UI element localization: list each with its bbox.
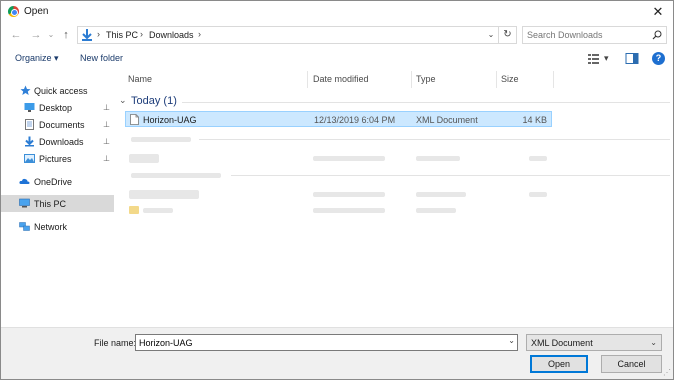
blurred-file-row — [129, 154, 159, 163]
blurred-group-header — [131, 173, 221, 178]
file-date-modified: 12/13/2019 6:04 PM — [314, 115, 396, 125]
search-icon — [652, 30, 662, 40]
desktop-icon — [24, 103, 35, 112]
column-header-date-modified[interactable]: Date modified — [313, 74, 369, 84]
column-header-size[interactable]: Size — [501, 74, 519, 84]
blurred-file-row — [416, 192, 466, 197]
address-history-dropdown[interactable]: ⌄ — [484, 27, 498, 43]
breadcrumb-downloads[interactable]: Downloads — [149, 30, 194, 40]
breadcrumb-this-pc[interactable]: This PC — [106, 30, 138, 40]
pin-icon[interactable]: ⊥ — [103, 154, 110, 163]
blurred-group-header — [131, 137, 191, 142]
refresh-button[interactable]: ↻ — [499, 26, 517, 44]
blurred-file-row — [416, 156, 460, 161]
download-arrow-icon — [82, 29, 92, 41]
star-icon — [20, 85, 31, 95]
blurred-file-row — [129, 190, 199, 199]
command-bar: Organize ▾ New folder ▾ ? — [1, 49, 673, 69]
column-header-name[interactable]: Name — [128, 74, 152, 84]
breadcrumb-separator: › — [198, 29, 201, 39]
dialog-footer: File name: ⌄ XML Document ⌄ Open Cancel … — [1, 327, 673, 379]
file-type-select[interactable]: XML Document ⌄ — [526, 334, 662, 351]
breadcrumb-separator: › — [140, 29, 143, 39]
pin-icon[interactable]: ⊥ — [103, 120, 110, 129]
cloud-icon — [19, 178, 30, 184]
file-type: XML Document — [416, 115, 478, 125]
sidebar-item-quick-access[interactable]: Quick access — [1, 82, 114, 99]
file-list[interactable]: Name Date modified Type Size ⌄ Today (1)… — [119, 71, 673, 326]
open-file-dialog: Open ✕ ← → ⌄ ↑ › This PC › Downloads › ⌄… — [0, 0, 674, 380]
file-name: Horizon-UAG — [143, 115, 197, 125]
filename-label: File name: — [94, 338, 137, 348]
sidebar-item-label: Quick access — [34, 86, 88, 96]
network-icon — [19, 222, 30, 231]
close-button[interactable]: ✕ — [643, 1, 673, 23]
recent-locations-icon[interactable]: ⌄ — [44, 27, 58, 43]
breadcrumb-separator: › — [97, 29, 100, 39]
chevron-down-icon: ⌄ — [650, 338, 657, 347]
up-button[interactable]: ↑ — [59, 27, 73, 43]
group-header-today[interactable]: ⌄ Today (1) — [119, 95, 673, 109]
blurred-file-row — [529, 192, 547, 197]
file-type-value: XML Document — [531, 338, 593, 348]
sidebar-item-label: Desktop — [39, 103, 73, 113]
computer-icon — [19, 198, 30, 208]
sidebar-item-label: Pictures — [39, 154, 72, 164]
resize-grip-icon[interactable]: ⋰ — [663, 368, 671, 377]
xml-file-icon — [130, 114, 139, 125]
search-box[interactable] — [522, 26, 667, 44]
folder-icon — [129, 206, 139, 214]
view-options-dropdown[interactable]: ▾ — [604, 53, 609, 64]
download-icon — [25, 136, 34, 147]
sidebar-item-label: Network — [34, 222, 68, 232]
blurred-file-row — [529, 156, 547, 161]
chevron-down-icon[interactable]: ⌄ — [508, 336, 515, 345]
sidebar-item-documents[interactable]: Documents ⊥ — [1, 116, 114, 133]
group-label: Today (1) — [131, 95, 177, 107]
column-headers: Name Date modified Type Size — [119, 71, 673, 88]
pin-icon[interactable]: ⊥ — [103, 103, 110, 112]
change-view-icon[interactable] — [587, 52, 601, 65]
sidebar-item-this-pc[interactable]: This PC — [1, 195, 114, 212]
file-row[interactable]: Horizon-UAG 12/13/2019 6:04 PM XML Docum… — [125, 111, 552, 127]
sidebar-item-label: Downloads — [39, 137, 84, 147]
help-button[interactable]: ? — [652, 52, 665, 65]
open-button[interactable]: Open — [530, 355, 588, 373]
search-input[interactable] — [527, 29, 645, 41]
address-bar[interactable]: › This PC › Downloads › — [77, 26, 499, 44]
back-button[interactable]: ← — [9, 27, 23, 43]
chevron-down-icon: ⌄ — [119, 95, 127, 105]
sidebar-item-desktop[interactable]: Desktop ⊥ — [1, 99, 114, 116]
sidebar-item-downloads[interactable]: Downloads ⊥ — [1, 133, 114, 150]
preview-pane-icon[interactable] — [625, 52, 639, 65]
sidebar-item-pictures[interactable]: Pictures ⊥ — [1, 150, 114, 167]
filename-input[interactable] — [139, 337, 499, 349]
blurred-file-row — [313, 192, 385, 197]
forward-button[interactable]: → — [29, 27, 43, 43]
pin-icon[interactable]: ⊥ — [103, 137, 110, 146]
file-size: 14 KB — [522, 115, 547, 125]
blurred-file-row — [416, 208, 456, 213]
title-bar: Open ✕ — [1, 1, 673, 23]
blurred-file-row — [313, 208, 385, 213]
blurred-file-row — [143, 208, 173, 213]
sidebar-item-label: Documents — [39, 120, 85, 130]
chrome-icon — [8, 6, 19, 17]
filename-combobox[interactable]: ⌄ — [135, 334, 518, 351]
sidebar-item-onedrive[interactable]: OneDrive — [1, 173, 114, 190]
organize-button[interactable]: Organize ▾ — [15, 53, 59, 64]
column-header-type[interactable]: Type — [416, 74, 436, 84]
navigation-pane: Quick access Desktop ⊥ Documents ⊥ Downl… — [1, 71, 114, 326]
documents-icon — [25, 119, 34, 130]
sidebar-item-label: This PC — [34, 199, 67, 209]
chevron-down-icon: ▾ — [54, 53, 59, 63]
sidebar-item-network[interactable]: Network — [1, 218, 114, 235]
pictures-icon — [24, 154, 35, 163]
window-title: Open — [24, 6, 49, 17]
sidebar-item-label: OneDrive — [34, 177, 73, 187]
new-folder-button[interactable]: New folder — [80, 53, 123, 63]
blurred-file-row — [313, 156, 385, 161]
cancel-button[interactable]: Cancel — [601, 355, 662, 373]
